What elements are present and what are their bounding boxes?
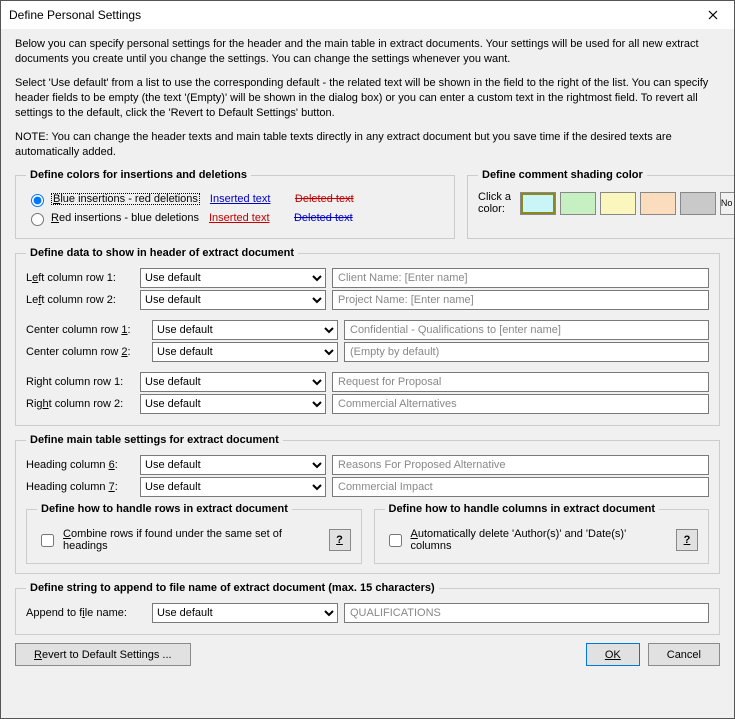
revert-button[interactable]: Revert to Default Settings ... xyxy=(15,643,191,666)
left1-combo[interactable]: Use default xyxy=(140,268,326,288)
header-legend: Define data to show in header of extract… xyxy=(26,247,298,259)
append-label: Append to file name: xyxy=(26,607,146,619)
intro-p2: Select 'Use default' from a list to use … xyxy=(15,76,720,121)
right1-text[interactable] xyxy=(332,372,709,392)
append-group: Define string to append to file name of … xyxy=(15,582,720,635)
left2-combo[interactable]: Use default xyxy=(140,290,326,310)
center1-label: Center column row 1: xyxy=(26,324,146,336)
cols-group: Define how to handle columns in extract … xyxy=(374,503,710,564)
colors-group: Define colors for insertions and deletio… xyxy=(15,169,455,239)
table-group: Define main table settings for extract d… xyxy=(15,434,720,574)
append-text[interactable] xyxy=(344,603,709,623)
sample-deleted-blue: Deleted text xyxy=(294,212,369,224)
rows-legend: Define how to handle rows in extract doc… xyxy=(37,503,292,515)
right2-text[interactable] xyxy=(332,394,709,414)
shading-legend: Define comment shading color xyxy=(478,169,647,181)
append-combo[interactable]: Use default xyxy=(152,603,338,623)
right1-label: Right column row 1: xyxy=(26,376,134,388)
ok-button[interactable]: OK xyxy=(586,643,640,666)
color-swatch-5[interactable] xyxy=(680,192,716,215)
rows-group: Define how to handle rows in extract doc… xyxy=(26,503,362,564)
left2-text[interactable] xyxy=(332,290,709,310)
help-cols-button[interactable]: ? xyxy=(676,529,698,551)
delete-cols-checkbox[interactable]: Automatically delete 'Author(s)' and 'Da… xyxy=(385,528,669,552)
close-icon xyxy=(708,10,718,20)
window-title: Define Personal Settings xyxy=(9,8,141,22)
h7-label: Heading column 7: xyxy=(26,481,134,493)
right1-combo[interactable]: Use default xyxy=(140,372,326,392)
center2-label: Center column row 2: xyxy=(26,346,146,358)
center2-combo[interactable]: Use default xyxy=(152,342,338,362)
color-swatch-4[interactable] xyxy=(640,192,676,215)
radio-blue-red[interactable]: Blue insertions - red deletions xyxy=(26,191,200,207)
h7-text[interactable] xyxy=(332,477,709,497)
color-swatch-none[interactable]: No color xyxy=(720,192,734,215)
h6-label: Heading column 6: xyxy=(26,459,134,471)
left1-text[interactable] xyxy=(332,268,709,288)
sample-deleted-red: Deleted text xyxy=(295,193,370,205)
sample-inserted-blue: Inserted text xyxy=(210,193,285,205)
table-legend: Define main table settings for extract d… xyxy=(26,434,283,446)
cols-legend: Define how to handle columns in extract … xyxy=(385,503,659,515)
intro-p1: Below you can specify personal settings … xyxy=(15,37,720,67)
shading-label: Click a color: xyxy=(478,191,514,215)
center1-text[interactable] xyxy=(344,320,709,340)
color-swatch-1[interactable] xyxy=(520,192,556,215)
help-rows-button[interactable]: ? xyxy=(329,529,351,551)
intro-text: Below you can specify personal settings … xyxy=(15,37,720,160)
h6-text[interactable] xyxy=(332,455,709,475)
h6-combo[interactable]: Use default xyxy=(140,455,326,475)
close-button[interactable] xyxy=(694,3,732,27)
intro-p3: NOTE: You can change the header texts an… xyxy=(15,130,720,160)
colors-legend: Define colors for insertions and deletio… xyxy=(26,169,251,181)
left2-label: Left column row 2: xyxy=(26,294,134,306)
title-bar: Define Personal Settings xyxy=(1,1,734,29)
header-group: Define data to show in header of extract… xyxy=(15,247,720,426)
color-swatch-2[interactable] xyxy=(560,192,596,215)
cancel-button[interactable]: Cancel xyxy=(648,643,720,666)
right2-combo[interactable]: Use default xyxy=(140,394,326,414)
radio-red-blue[interactable]: Red insertions - blue deletions xyxy=(26,210,199,226)
left1-label: Left column row 1: xyxy=(26,272,134,284)
combine-rows-checkbox[interactable]: Combine rows if found under the same set… xyxy=(37,528,321,552)
h7-combo[interactable]: Use default xyxy=(140,477,326,497)
right2-label: Right column row 2: xyxy=(26,398,134,410)
append-legend: Define string to append to file name of … xyxy=(26,582,439,594)
sample-inserted-red: Inserted text xyxy=(209,212,284,224)
center1-combo[interactable]: Use default xyxy=(152,320,338,340)
shading-group: Define comment shading color Click a col… xyxy=(467,169,734,239)
color-swatch-3[interactable] xyxy=(600,192,636,215)
center2-text[interactable] xyxy=(344,342,709,362)
